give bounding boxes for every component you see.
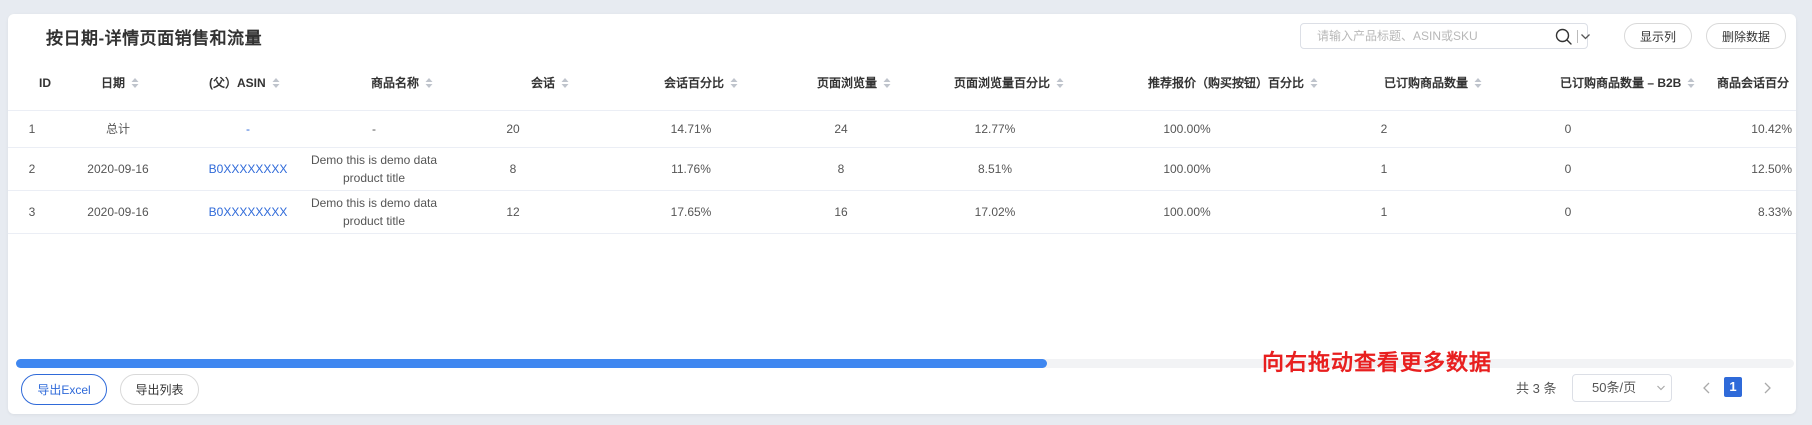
table-cell-page-view-pct: 12.77% — [974, 121, 1016, 136]
column-header-label: 推荐报价（购买按钮）百分比 — [1148, 76, 1305, 90]
column-header[interactable]: 已订购商品数量 – B2B — [1560, 56, 1695, 110]
drag-hint-text: 向右拖动查看更多数据 — [1262, 350, 1493, 375]
page-size-label: 50条/页 — [1592, 380, 1637, 395]
table-cell-unit-session-pct: 8.33% — [1757, 204, 1792, 219]
table-cell-id: 3 — [28, 204, 36, 219]
sort-icon[interactable] — [561, 77, 569, 89]
export-list-button[interactable]: 导出列表 — [120, 374, 199, 405]
table-cell-buybox-pct: 100.00% — [1163, 121, 1211, 136]
table-cell-units-ordered: 1 — [1380, 204, 1388, 219]
column-header[interactable]: 日期 — [101, 56, 139, 110]
sort-icon[interactable] — [883, 77, 891, 89]
column-header-label: 商品名称 — [371, 76, 420, 90]
sort-icon[interactable] — [272, 77, 280, 89]
sort-icon[interactable] — [425, 77, 433, 89]
column-header[interactable]: 页面浏览量 — [817, 56, 891, 110]
column-header: 商品会话百分 — [1717, 56, 1789, 110]
table-row: 2 2020-09-16 B0XXXXXXXX Demo this is demo d… — [8, 147, 1796, 191]
page-size-select[interactable]: 50条/页 — [1572, 374, 1672, 402]
table-cell-session-pct: 11.76% — [671, 161, 711, 176]
column-header-label: 日期 — [101, 76, 126, 90]
page-title: 按日期-详情页面销售和流量 — [46, 29, 263, 48]
table-cell-unit-session-pct: 12.50% — [1751, 161, 1792, 176]
table-cell-sessions: 8 — [509, 161, 517, 176]
table-row: 3 2020-09-16 B0XXXXXXXX Demo this is demo d… — [8, 190, 1796, 234]
column-header[interactable]: (父）ASIN — [209, 56, 280, 110]
search-input[interactable] — [1301, 24, 1547, 48]
table-cell-buybox-pct: 100.00% — [1163, 161, 1211, 176]
table-cell-name: Demo this is demo data product title — [310, 195, 438, 228]
total-count: 共 3 条 — [1516, 381, 1557, 396]
table-cell-page-views: 24 — [834, 121, 848, 136]
table-cell-name: - — [372, 121, 376, 136]
table-cell-units-b2b: 0 — [1564, 204, 1572, 219]
chevron-down-icon[interactable] — [1580, 31, 1591, 42]
sort-icon[interactable] — [1310, 77, 1318, 89]
show-columns-button[interactable]: 显示列 — [1624, 23, 1692, 49]
column-header-label: (父）ASIN — [209, 76, 266, 90]
sort-icon[interactable] — [730, 77, 738, 89]
search-icon[interactable] — [1555, 28, 1572, 45]
table-cell-id: 2 — [28, 161, 36, 176]
table-cell-units-b2b: 0 — [1564, 121, 1572, 136]
report-card: 按日期-详情页面销售和流量 显示列 删除数据 ID 日期 (父）ASIN 商品名称 会话… — [8, 14, 1796, 414]
column-header[interactable]: 页面浏览量百分比 — [954, 56, 1064, 110]
table-cell-session-pct: 17.65% — [670, 204, 712, 219]
table-cell-page-views: 16 — [834, 204, 848, 219]
sort-icon[interactable] — [131, 77, 139, 89]
horizontal-scrollbar[interactable] — [16, 359, 1794, 368]
column-header-label: 会话 — [531, 76, 556, 90]
page-number-current[interactable]: 1 — [1724, 377, 1742, 397]
column-header-label: ID — [39, 76, 51, 90]
table-cell-date: 2020-09-16 — [87, 204, 149, 219]
column-header[interactable]: 会话 — [531, 56, 569, 110]
sort-icon[interactable] — [1687, 77, 1695, 89]
table-cell-date: 2020-09-16 — [87, 161, 149, 176]
column-header-label: 商品会话百分 — [1717, 76, 1790, 90]
sort-icon[interactable] — [1056, 77, 1064, 89]
column-header: ID — [39, 56, 51, 110]
column-header-label: 页面浏览量百分比 — [954, 76, 1051, 90]
table-cell-sessions: 20 — [506, 121, 520, 136]
chevron-down-icon — [1657, 385, 1665, 391]
table-header: ID 日期 (父）ASIN 商品名称 会话 会话百分比 页面浏览量 页面浏览量百分比 推荐报价（… — [8, 56, 1796, 111]
column-header[interactable]: 推荐报价（购买按钮）百分比 — [1148, 56, 1318, 110]
table-cell-buybox-pct: 100.00% — [1163, 204, 1211, 219]
column-header[interactable]: 会话百分比 — [664, 56, 738, 110]
sort-icon[interactable] — [1474, 77, 1482, 89]
column-header-label: 已订购商品数量 — [1384, 76, 1469, 90]
chevron-left-icon[interactable] — [1700, 380, 1714, 396]
column-header[interactable]: 商品名称 — [371, 56, 433, 110]
column-header[interactable]: 已订购商品数量 — [1384, 56, 1482, 110]
table-cell-units-ordered: 2 — [1380, 121, 1388, 136]
scrollbar-thumb[interactable] — [16, 359, 1047, 368]
column-header-label: 页面浏览量 — [817, 76, 878, 90]
table-cell-date: 总计 — [105, 122, 130, 136]
export-excel-button[interactable]: 导出Excel — [21, 374, 107, 405]
table-cell-page-view-pct: 17.02% — [974, 204, 1016, 219]
search-divider — [1577, 30, 1578, 43]
table-cell-unit-session-pct: 10.42% — [1751, 121, 1792, 136]
table-cell-page-view-pct: 8.51% — [977, 161, 1013, 176]
table-cell-units-ordered: 1 — [1380, 161, 1388, 176]
table-cell-id: 1 — [28, 121, 36, 136]
column-header-label: 已订购商品数量 – B2B — [1560, 76, 1682, 90]
chevron-right-icon[interactable] — [1760, 380, 1774, 396]
table-cell-units-b2b: 0 — [1564, 161, 1572, 176]
search-box[interactable] — [1300, 23, 1591, 49]
table-row: 1 总计 - -20 14.71% 24 12.77% 100.00% 2 0 10.42% — [8, 110, 1796, 148]
table-cell-sessions: 12 — [506, 204, 520, 219]
delete-data-button[interactable]: 删除数据 — [1706, 23, 1786, 49]
table-cell-session-pct: 14.71% — [670, 121, 712, 136]
table-cell-page-views: 8 — [837, 161, 845, 176]
column-header-label: 会话百分比 — [664, 76, 725, 90]
table-cell-name: Demo this is demo data product title — [310, 152, 438, 185]
